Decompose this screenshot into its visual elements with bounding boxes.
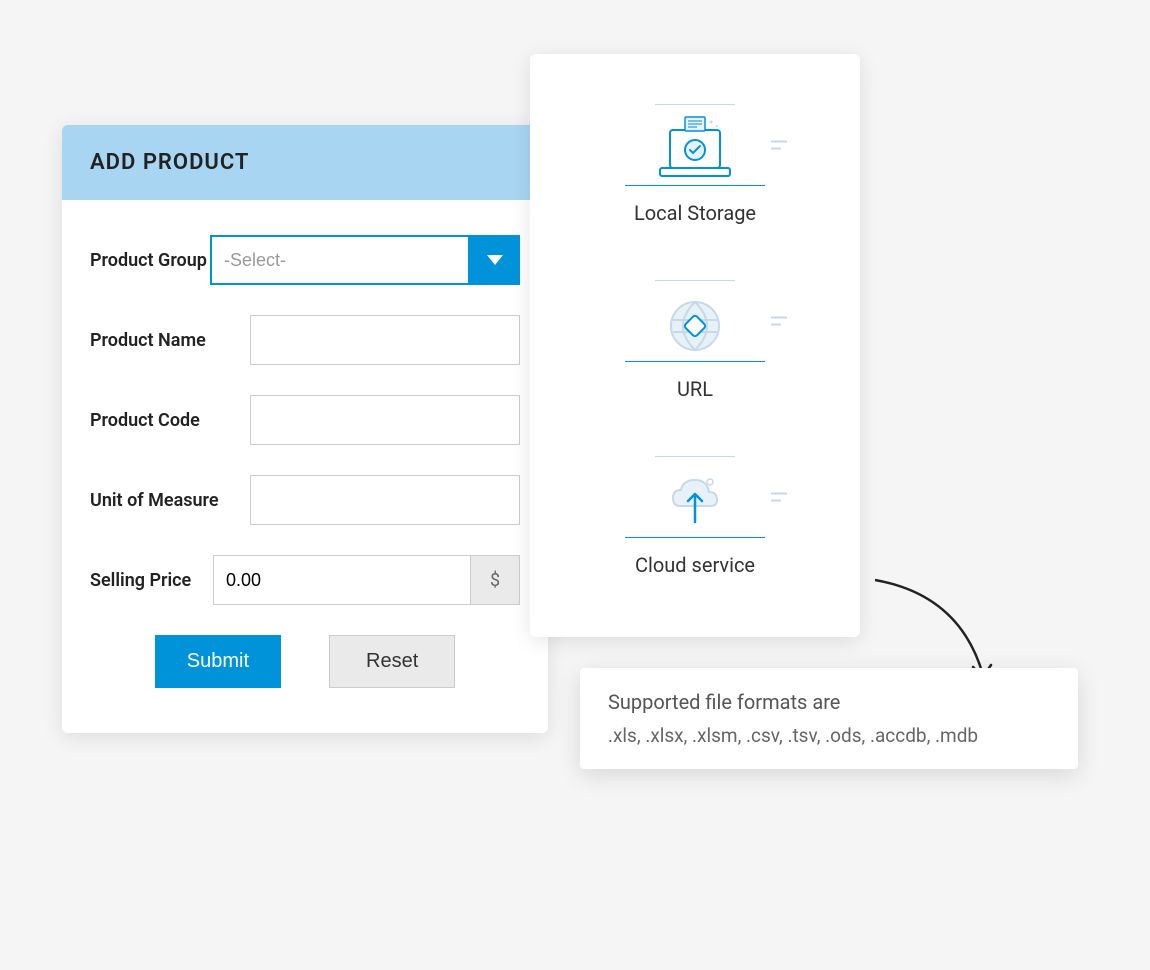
product-code-input[interactable] — [250, 395, 520, 445]
cloud-service-icon — [625, 456, 765, 538]
selling-price-label: Selling Price — [90, 570, 213, 591]
product-name-row: Product Name — [90, 315, 520, 365]
url-source[interactable]: URL — [625, 280, 765, 401]
import-sources-card: Local Storage URL — [530, 54, 860, 637]
selling-price-row: Selling Price $ — [90, 555, 520, 605]
chevron-down-icon[interactable] — [470, 235, 520, 285]
form-body: Product Group Product Name Product Code … — [62, 200, 548, 733]
dash-decoration-icon — [771, 493, 787, 502]
product-code-row: Product Code — [90, 395, 520, 445]
local-storage-source[interactable]: Local Storage — [625, 104, 765, 225]
unit-of-measure-input[interactable] — [250, 475, 520, 525]
url-icon — [625, 280, 765, 362]
tooltip-formats: .xls, .xlsx, .xlsm, .csv, .tsv, .ods, .a… — [608, 724, 1050, 747]
tooltip-title: Supported file formats are — [608, 690, 1050, 714]
supported-formats-tooltip: Supported file formats are .xls, .xlsx, … — [580, 668, 1078, 769]
product-code-label: Product Code — [90, 410, 250, 431]
price-wrapper: $ — [213, 555, 520, 605]
product-group-input[interactable] — [210, 235, 470, 285]
submit-button[interactable]: Submit — [155, 635, 281, 688]
product-group-row: Product Group — [90, 235, 520, 285]
unit-of-measure-label: Unit of Measure — [90, 490, 250, 511]
dash-decoration-icon — [771, 317, 787, 326]
local-storage-icon — [625, 104, 765, 186]
product-group-label: Product Group — [90, 250, 210, 271]
cloud-service-source[interactable]: Cloud service — [625, 456, 765, 577]
cloud-service-label: Cloud service — [635, 553, 755, 577]
dash-decoration-icon — [771, 141, 787, 150]
add-product-form-card: ADD PRODUCT Product Group Product Name P… — [62, 125, 548, 733]
product-name-input[interactable] — [250, 315, 520, 365]
product-name-label: Product Name — [90, 330, 250, 351]
unit-of-measure-row: Unit of Measure — [90, 475, 520, 525]
local-storage-label: Local Storage — [634, 201, 756, 225]
selling-price-input[interactable] — [213, 555, 470, 605]
reset-button[interactable]: Reset — [329, 635, 455, 688]
button-row: Submit Reset — [90, 635, 520, 688]
form-title: ADD PRODUCT — [62, 125, 548, 200]
currency-badge: $ — [470, 555, 520, 605]
product-group-select[interactable] — [210, 235, 520, 285]
url-label: URL — [677, 377, 713, 401]
